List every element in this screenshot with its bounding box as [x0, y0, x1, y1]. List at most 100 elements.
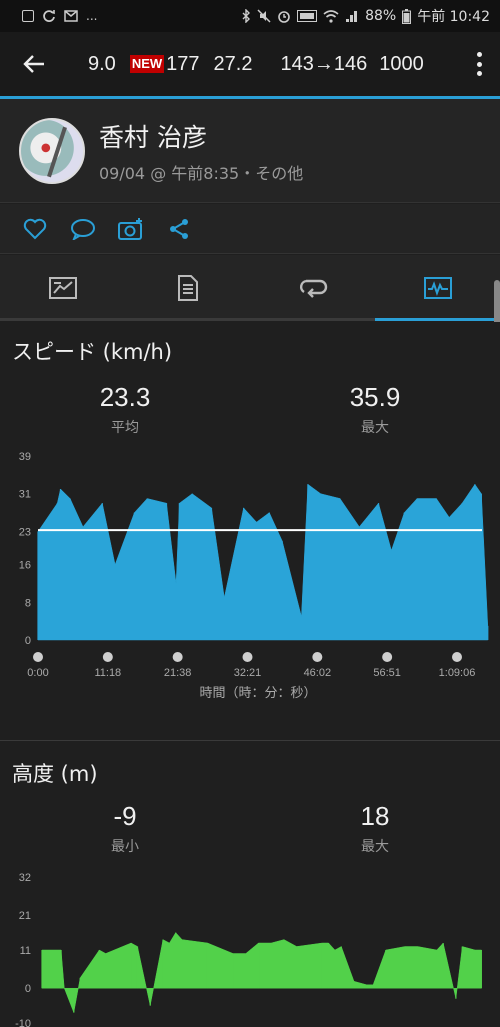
- battery-icon: [402, 8, 412, 24]
- speed-chart-card: スピード (km/h) 23.3 平均 35.9 最大 39 31 23 16 8 0 0:…: [0, 322, 500, 740]
- x-tick-marker: [452, 652, 462, 662]
- x-tick-marker: [102, 652, 113, 662]
- altitude-chart-card: 高度 (m) -9 最小 18 最大 32 21 11 0 -10: [0, 741, 500, 1027]
- tab-indicator-active: [375, 318, 500, 321]
- y-tick-label: -10: [15, 1018, 31, 1027]
- x-tick-label: 0:00: [27, 667, 48, 679]
- x-tick-label: 32:21: [234, 667, 262, 679]
- battery-percent: 88%: [365, 8, 397, 24]
- status-bar: ... 88% 午前 10:42: [0, 0, 500, 32]
- notification-icons: ...: [22, 9, 241, 23]
- y-tick-label: 0: [25, 983, 31, 995]
- avatar[interactable]: [19, 117, 85, 184]
- tab-overview[interactable]: [0, 255, 125, 321]
- summary-value-3: 27.2: [213, 52, 253, 75]
- alarm-icon: [278, 11, 290, 23]
- altitude-min-value: -9: [113, 801, 137, 831]
- arrow-back-icon: [23, 55, 44, 73]
- x-tick-marker: [33, 652, 43, 662]
- y-tick-label: 39: [19, 451, 31, 463]
- overview-icon: [48, 277, 77, 299]
- summary-value-2: 177: [166, 52, 200, 75]
- add-photo-button[interactable]: [118, 216, 144, 242]
- laps-icon: [299, 279, 327, 298]
- activity-summary: 9.0 NEW 177 27.2 143→146 1000: [68, 53, 424, 76]
- charts-icon: [423, 277, 452, 299]
- activity-header: 香村 治彦 09/04 @ 午前8:35・その他: [0, 99, 500, 203]
- tab-laps[interactable]: [250, 255, 375, 321]
- tab-indicator: [0, 318, 125, 321]
- more-options-button[interactable]: [476, 52, 482, 76]
- heart-icon: [23, 218, 47, 239]
- more-dot-icon: [476, 71, 482, 76]
- mute-icon: [257, 9, 271, 23]
- x-tick-label: 1:09:06: [439, 667, 476, 679]
- activity-owner: 香村 治彦 09/04 @ 午前8:35・その他: [99, 118, 303, 184]
- mail-icon: [64, 10, 78, 22]
- tab-charts[interactable]: [375, 255, 500, 321]
- tab-indicator: [125, 318, 250, 321]
- signal-icon: [346, 11, 358, 22]
- user-name: 香村 治彦: [99, 122, 207, 152]
- action-bar: [0, 204, 500, 254]
- speed-average-label: 平均: [111, 420, 139, 436]
- gallery-icon: [22, 10, 34, 22]
- speed-max-value: 35.9: [349, 382, 401, 412]
- y-tick-label: 11: [20, 945, 31, 957]
- x-tick-marker: [312, 652, 323, 662]
- like-button[interactable]: [22, 216, 48, 242]
- speed-max-stat: 35.9 最大: [305, 382, 445, 437]
- speed-title: スピード (km/h): [12, 340, 173, 364]
- y-tick-label: 16: [19, 560, 31, 572]
- x-tick-marker: [172, 652, 183, 662]
- share-icon: [170, 218, 188, 239]
- speed-chart[interactable]: 39 31 23 16 8 0 0:00 11:18 21:38 32:21 46:02 56:51 1…: [0, 446, 500, 736]
- x-tick-marker: [242, 652, 253, 662]
- altitude-min-label: 最小: [111, 839, 139, 855]
- y-tick-label: 0: [25, 635, 31, 647]
- x-tick-label: 21:38: [164, 667, 192, 679]
- system-icons: 88% 午前 10:42: [241, 6, 490, 26]
- speed-area: [37, 483, 489, 641]
- y-tick-label: 32: [19, 872, 31, 884]
- speed-average-stat: 23.3 平均: [55, 382, 195, 437]
- x-tick-label: 46:02: [304, 667, 332, 679]
- clock: 午前 10:42: [417, 9, 490, 25]
- more-dot-icon: [476, 52, 482, 57]
- altitude-title: 高度 (m): [12, 762, 98, 786]
- x-axis-label: 時間（時：分：秒）: [199, 685, 316, 700]
- x-tick-marker: [382, 652, 393, 662]
- comment-icon: [71, 218, 95, 240]
- more-notifications-icon: ...: [86, 9, 98, 23]
- altitude-area: [41, 932, 482, 1014]
- share-button[interactable]: [166, 216, 192, 242]
- app-bar: 9.0 NEW 177 27.2 143→146 1000: [0, 32, 500, 96]
- wifi-icon: [323, 9, 339, 23]
- activity-tabs: [0, 255, 500, 321]
- summary-value-1: 9.0: [88, 52, 116, 75]
- volte-icon: [297, 10, 318, 22]
- new-badge: NEW: [129, 55, 165, 73]
- altitude-chart[interactable]: 32 21 11 0 -10: [0, 867, 500, 1027]
- x-tick-label: 56:51: [373, 667, 401, 679]
- y-tick-label: 8: [25, 597, 31, 609]
- speed-average-value: 23.3: [99, 382, 151, 412]
- bluetooth-icon: [242, 9, 251, 23]
- altitude-max-label: 最大: [361, 839, 389, 855]
- back-button[interactable]: [0, 32, 68, 96]
- altitude-max-value: 18: [360, 801, 390, 831]
- camera-add-icon: [118, 217, 142, 240]
- y-tick-label: 23: [19, 526, 31, 538]
- comment-button[interactable]: [70, 216, 96, 242]
- details-icon: [177, 275, 198, 301]
- sync-icon: [43, 10, 55, 22]
- summary-value-5: 1000: [379, 52, 424, 75]
- activity-datetime: 09/04 @ 午前8:35・その他: [99, 163, 304, 183]
- y-tick-label: 21: [19, 910, 31, 922]
- tab-indicator: [250, 318, 375, 321]
- more-dot-icon: [476, 61, 482, 67]
- speed-max-label: 最大: [361, 420, 389, 436]
- x-tick-label: 11:18: [94, 667, 121, 679]
- y-tick-label: 31: [19, 489, 31, 501]
- tab-details[interactable]: [125, 255, 250, 321]
